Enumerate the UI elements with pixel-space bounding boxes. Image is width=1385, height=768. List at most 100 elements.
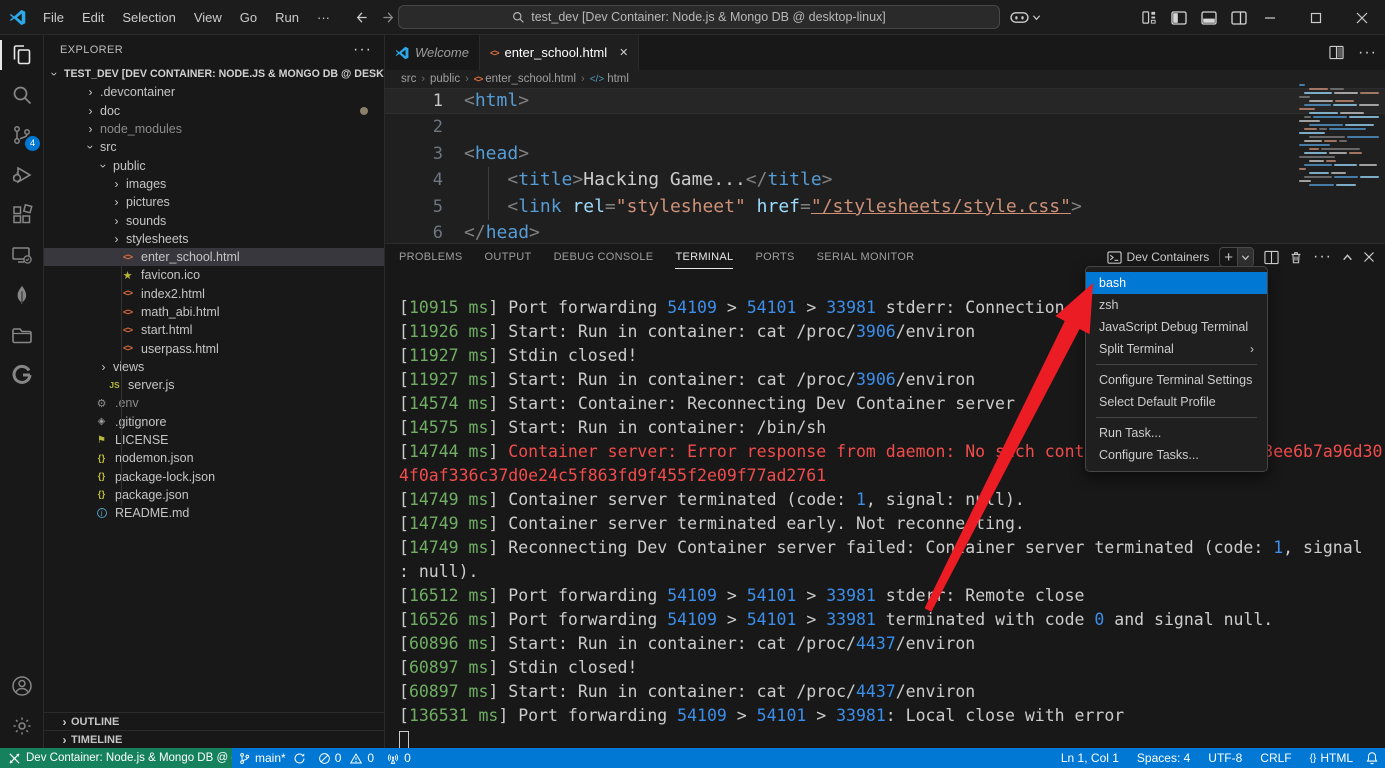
accounts-icon[interactable] <box>0 666 44 706</box>
remote-indicator[interactable]: Dev Container: Node.js & Mongo DB @ desk… <box>0 748 232 768</box>
tree-item-license[interactable]: ⚑LICENSE <box>44 431 384 449</box>
breadcrumb-item-html[interactable]: </>html <box>590 73 629 85</box>
menu-edit[interactable]: Edit <box>73 0 113 34</box>
run-debug-icon[interactable] <box>0 155 44 195</box>
menu-file[interactable]: File <box>34 0 73 34</box>
tree-item--gitignore[interactable]: ◈.gitignore <box>44 413 384 431</box>
menu-item-split-terminal[interactable]: Split Terminal› <box>1086 338 1267 360</box>
window-maximize-button[interactable] <box>1293 0 1339 35</box>
close-panel-icon[interactable] <box>1363 251 1375 263</box>
terminal-profile-button[interactable]: Dev Containers <box>1107 250 1210 265</box>
project-folder-icon[interactable] <box>0 315 44 355</box>
menu-item-configure-terminal-settings[interactable]: Configure Terminal Settings <box>1086 369 1267 391</box>
menu-item-configure-tasks-[interactable]: Configure Tasks... <box>1086 444 1267 466</box>
tree-item--env[interactable]: ⚙.env <box>44 394 384 412</box>
menu-go[interactable]: Go <box>231 0 266 34</box>
panel-tab-output[interactable]: OUTPUT <box>485 246 532 268</box>
source-control-icon[interactable]: 4 <box>0 115 44 155</box>
panel-more-actions[interactable]: ··· <box>1313 248 1332 266</box>
copilot-button[interactable] <box>1010 5 1041 29</box>
menu-selection[interactable]: Selection <box>113 0 184 34</box>
tree-item-public[interactable]: ›public <box>44 156 384 174</box>
branch-indicator[interactable]: main* <box>232 748 312 768</box>
ports-indicator[interactable]: 0 <box>380 748 417 768</box>
code-editor[interactable]: 1<html>23<head>4 <title>Hacking Game...<… <box>385 88 1385 243</box>
tree-item-favicon-ico[interactable]: ★favicon.ico <box>44 266 384 284</box>
terminal-profile-dropdown[interactable] <box>1237 248 1253 266</box>
tree-item-pictures[interactable]: ›pictures <box>44 193 384 211</box>
extensions-icon[interactable] <box>0 195 44 235</box>
search-sidebar-icon[interactable] <box>0 75 44 115</box>
outline-section[interactable]: ›OUTLINE <box>44 712 384 730</box>
timeline-section[interactable]: ›TIMELINE <box>44 730 384 748</box>
language-mode[interactable]: {} HTML <box>1304 748 1359 768</box>
breadcrumb-item-src[interactable]: src <box>401 73 416 85</box>
tree-item--devcontainer[interactable]: ›.devcontainer <box>44 83 384 101</box>
tree-item-node-modules[interactable]: ›node_modules <box>44 120 384 138</box>
toggle-sidebar-icon[interactable] <box>1171 10 1187 26</box>
tree-item-sounds[interactable]: ›sounds <box>44 211 384 229</box>
tree-item-doc[interactable]: ›doc <box>44 102 384 120</box>
breadcrumb-item-public[interactable]: public <box>430 73 460 85</box>
panel-tab-terminal[interactable]: TERMINAL <box>675 246 733 269</box>
tree-item-index2-html[interactable]: <>index2.html <box>44 285 384 303</box>
new-terminal-button[interactable]: + <box>1220 249 1237 266</box>
encoding-setting[interactable]: UTF-8 <box>1202 748 1248 768</box>
minimap[interactable] <box>1299 84 1379 196</box>
menu-item-select-default-profile[interactable]: Select Default Profile <box>1086 391 1267 413</box>
menu-view[interactable]: View <box>185 0 231 34</box>
menu-item-javascript-debug-terminal[interactable]: JavaScript Debug Terminal <box>1086 316 1267 338</box>
close-tab-icon[interactable]: ✕ <box>619 46 628 59</box>
tree-item-enter-school-html[interactable]: <>enter_school.html <box>44 248 384 266</box>
tree-item-userpass-html[interactable]: <>userpass.html <box>44 339 384 357</box>
tree-item-views[interactable]: ›views <box>44 358 384 376</box>
problems-indicator[interactable]: 0 0 <box>312 748 380 768</box>
toggle-panel-icon[interactable] <box>1201 10 1217 26</box>
cursor-position[interactable]: Ln 1, Col 1 <box>1055 748 1125 768</box>
kill-terminal-icon[interactable] <box>1289 250 1303 265</box>
split-editor-icon[interactable] <box>1329 45 1344 60</box>
panel-tab-problems[interactable]: PROBLEMS <box>399 246 463 268</box>
tree-item-server-js[interactable]: JSserver.js <box>44 376 384 394</box>
tree-item-package-lock-json[interactable]: {}package-lock.json <box>44 468 384 486</box>
menu-item-run-task-[interactable]: Run Task... <box>1086 422 1267 444</box>
menu-item-zsh[interactable]: zsh <box>1086 294 1267 316</box>
window-close-button[interactable] <box>1339 0 1385 35</box>
nav-forward-icon[interactable] <box>382 10 397 25</box>
panel-tab-serial-monitor[interactable]: SERIAL MONITOR <box>817 246 915 268</box>
breadcrumb-item-enter-school-html[interactable]: <>enter_school.html <box>474 73 576 85</box>
tree-item-stylesheets[interactable]: ›stylesheets <box>44 230 384 248</box>
explorer-more-actions[interactable]: ··· <box>353 41 372 59</box>
tree-item-start-html[interactable]: <>start.html <box>44 321 384 339</box>
indentation-setting[interactable]: Spaces: 4 <box>1131 748 1196 768</box>
editor-more-actions[interactable]: ··· <box>1358 44 1377 62</box>
mongodb-icon[interactable] <box>0 275 44 315</box>
settings-gear-icon[interactable] <box>0 706 44 746</box>
notifications-bell-icon[interactable] <box>1365 751 1379 765</box>
menu-more[interactable]: ··· <box>308 0 339 34</box>
tree-item-images[interactable]: ›images <box>44 175 384 193</box>
eol-setting[interactable]: CRLF <box>1254 748 1297 768</box>
tree-item-test-dev-dev-container-node-js-mongo-db-[interactable]: ›TEST_DEV [DEV CONTAINER: NODE.JS & MONG… <box>44 65 384 83</box>
panel-tab-ports[interactable]: PORTS <box>755 246 794 268</box>
maximize-panel-icon[interactable] <box>1342 252 1353 263</box>
menu-item-bash[interactable]: bash <box>1086 272 1267 294</box>
tree-item-math-abi-html[interactable]: <>math_abi.html <box>44 303 384 321</box>
command-center-search[interactable]: test_dev [Dev Container: Node.js & Mongo… <box>398 5 1000 29</box>
explorer-icon[interactable] <box>0 35 44 75</box>
panel-tab-debug-console[interactable]: DEBUG CONSOLE <box>554 246 654 268</box>
remote-explorer-icon[interactable] <box>0 235 44 275</box>
tree-item-package-json[interactable]: {}package.json <box>44 486 384 504</box>
tree-item-readme-md[interactable]: iREADME.md <box>44 504 384 522</box>
nav-back-icon[interactable] <box>353 10 368 25</box>
tab-welcome[interactable]: Welcome <box>385 35 480 70</box>
menu-run[interactable]: Run <box>266 0 308 34</box>
tab-enter-school-html[interactable]: <>enter_school.html✕ <box>480 35 639 70</box>
window-minimize-button[interactable] <box>1247 0 1293 35</box>
toggle-secondary-sidebar-icon[interactable] <box>1231 10 1247 26</box>
tree-item-src[interactable]: ›src <box>44 138 384 156</box>
split-terminal-icon[interactable] <box>1264 250 1279 265</box>
tree-item-nodemon-json[interactable]: {}nodemon.json <box>44 449 384 467</box>
gitlens-icon[interactable] <box>0 355 44 395</box>
customize-layout-icon[interactable] <box>1142 10 1157 25</box>
